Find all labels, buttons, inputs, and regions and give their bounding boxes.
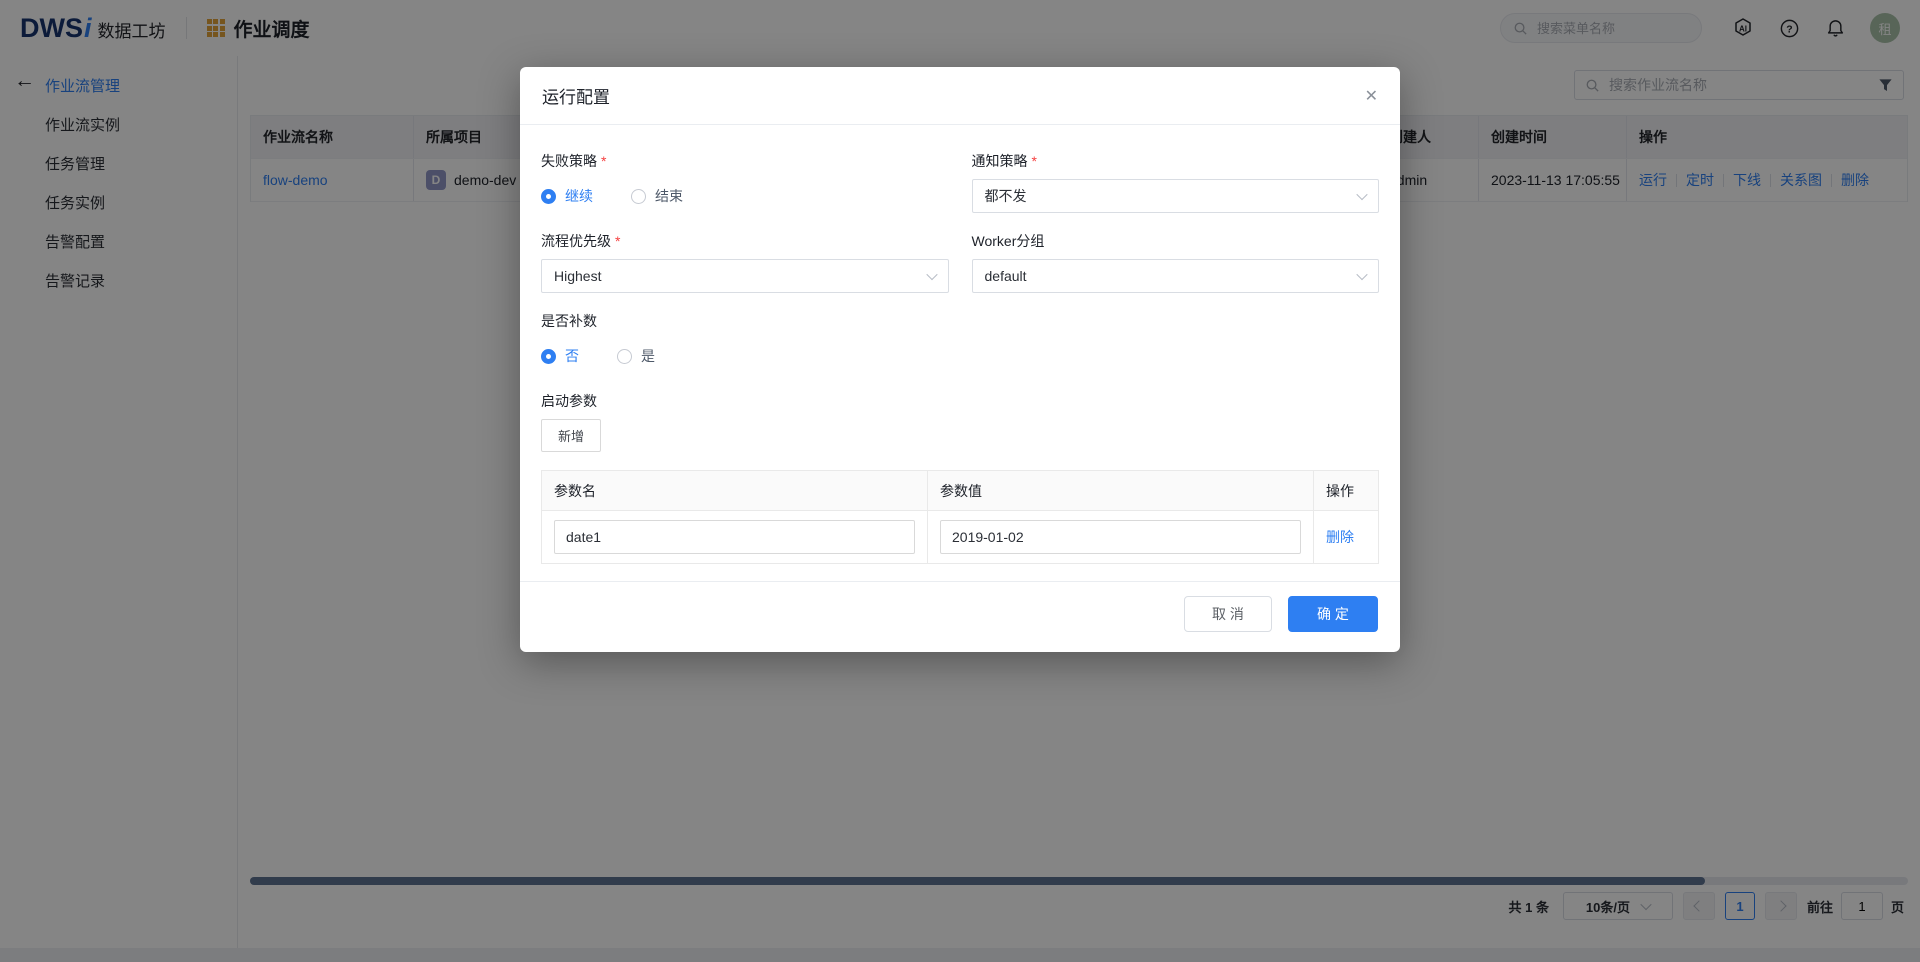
required-asterisk: * [615, 233, 620, 249]
priority-field: 流程优先级 * Highest [541, 231, 949, 293]
confirm-button[interactable]: 确 定 [1288, 596, 1378, 632]
priority-select[interactable]: Highest [541, 259, 949, 293]
backfill-field: 是否补数 否 是 [541, 311, 1379, 373]
param-name-header: 参数名 [542, 471, 928, 510]
radio-checked-icon [541, 349, 556, 364]
param-delete-link[interactable]: 删除 [1326, 527, 1354, 547]
worker-group-label: Worker分组 [972, 231, 1045, 251]
radio-label: 结束 [655, 186, 683, 206]
chevron-down-icon [1356, 189, 1367, 200]
notify-strategy-label: 通知策略 [972, 151, 1028, 171]
worker-group-select[interactable]: default [972, 259, 1380, 293]
radio-label: 是 [641, 346, 655, 366]
priority-label: 流程优先级 [541, 231, 611, 251]
close-icon[interactable]: ✕ [1365, 86, 1378, 106]
cancel-button[interactable]: 取 消 [1184, 596, 1272, 632]
param-ops-header: 操作 [1314, 471, 1378, 510]
failure-strategy-field: 失败策略 * 继续 结束 [541, 151, 949, 213]
radio-label: 继续 [565, 186, 593, 206]
radio-continue[interactable]: 继续 [541, 186, 593, 206]
radio-checked-icon [541, 189, 556, 204]
chevron-down-icon [926, 269, 937, 280]
param-row: 删除 [542, 511, 1378, 563]
radio-unchecked-icon [631, 189, 646, 204]
radio-unchecked-icon [617, 349, 632, 364]
add-param-button[interactable]: 新增 [541, 419, 601, 452]
backfill-label: 是否补数 [541, 311, 597, 331]
radio-backfill-no[interactable]: 否 [541, 346, 579, 366]
select-value: 都不发 [985, 186, 1027, 206]
failure-strategy-label: 失败策略 [541, 151, 597, 171]
select-value: Highest [554, 268, 601, 284]
select-value: default [985, 268, 1027, 284]
param-value-header: 参数值 [928, 471, 1314, 510]
radio-end[interactable]: 结束 [631, 186, 683, 206]
radio-backfill-yes[interactable]: 是 [617, 346, 655, 366]
startup-params-label: 启动参数 [541, 391, 597, 411]
param-name-input[interactable] [554, 520, 915, 554]
worker-group-field: Worker分组 default [972, 231, 1380, 293]
run-config-modal: 运行配置 ✕ 失败策略 * 继续 结束 [520, 67, 1400, 652]
param-table: 参数名 参数值 操作 删除 [541, 470, 1379, 564]
notify-strategy-field: 通知策略 * 都不发 [972, 151, 1380, 213]
required-asterisk: * [1032, 153, 1037, 169]
radio-label: 否 [565, 346, 579, 366]
required-asterisk: * [601, 153, 606, 169]
modal-title: 运行配置 [542, 83, 610, 108]
notify-strategy-select[interactable]: 都不发 [972, 179, 1380, 213]
param-value-input[interactable] [940, 520, 1301, 554]
startup-params-field: 启动参数 新增 [541, 391, 1379, 452]
chevron-down-icon [1356, 269, 1367, 280]
